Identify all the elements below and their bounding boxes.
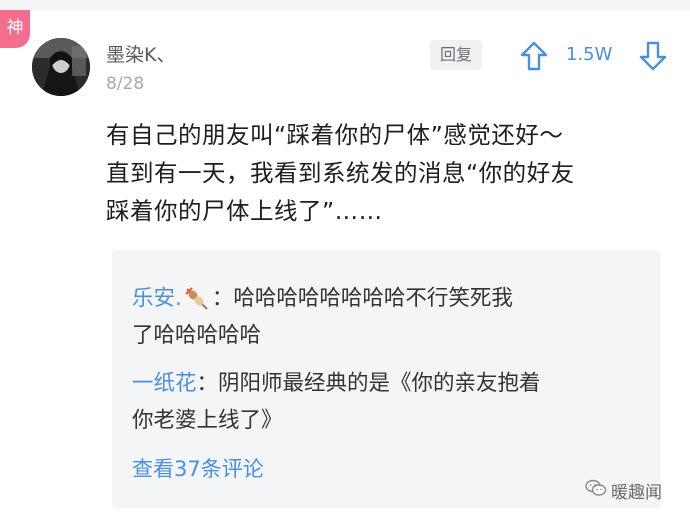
comment-page: 神 墨染K、 8/28 回复 1.5W 有自己的朋友叫“踩着你的尸体”感觉还好～… (0, 0, 690, 523)
reply-separator: ： (196, 371, 219, 396)
upvote-arrow-icon[interactable] (519, 40, 549, 72)
comment-line: 踩着你的尸体上线了”…… (106, 197, 383, 225)
username[interactable]: 墨染K、 (106, 40, 175, 67)
comment-line: 直到有一天，我看到系统发的消息“你的好友 (106, 159, 575, 187)
comment-date: 8/28 (106, 74, 145, 94)
watermark-text: 暖趣闻 (611, 483, 662, 503)
skewer-emoji-icon (184, 286, 210, 312)
avatar[interactable] (32, 38, 90, 96)
god-comment-badge: 神 (0, 10, 30, 48)
reply-text: 阴阳师最经典的是《你的亲友抱着 (218, 371, 541, 396)
downvote-arrow-icon[interactable] (638, 40, 668, 72)
reply-item[interactable]: 乐安. ：哈哈哈哈哈哈哈哈不行笑死我 (132, 280, 513, 317)
reply-separator: ： (211, 286, 234, 311)
replies-box: 乐安. ：哈哈哈哈哈哈哈哈不行笑死我 了哈哈哈哈哈 一纸花：阴阳师最经典的是《你… (112, 250, 661, 508)
avatar-image (32, 38, 90, 96)
reply-text-continued: 了哈哈哈哈哈 (132, 323, 262, 348)
reply-text-continued: 你老婆上线了》 (132, 408, 283, 433)
reply-item[interactable]: 一纸花：阴阳师最经典的是《你的亲友抱着 (132, 365, 541, 402)
comment-line: 有自己的朋友叫“踩着你的尸体”感觉还好～ (106, 121, 564, 149)
reply-text: 哈哈哈哈哈哈哈哈不行笑死我 (233, 286, 513, 311)
view-more-replies-link[interactable]: 查看37条评论 (132, 453, 264, 483)
reply-button[interactable]: 回复 (430, 40, 482, 70)
reply-author[interactable]: 一纸花 (132, 371, 197, 396)
reply-author[interactable]: 乐安. (132, 286, 182, 311)
watermark: 暖趣闻 (585, 478, 662, 503)
top-divider (0, 0, 690, 10)
comment-text: 有自己的朋友叫“踩着你的尸体”感觉还好～ 直到有一天，我看到系统发的消息“你的好… (106, 116, 666, 230)
vote-count: 1.5W (566, 44, 613, 65)
wechat-logo-icon (585, 479, 607, 502)
